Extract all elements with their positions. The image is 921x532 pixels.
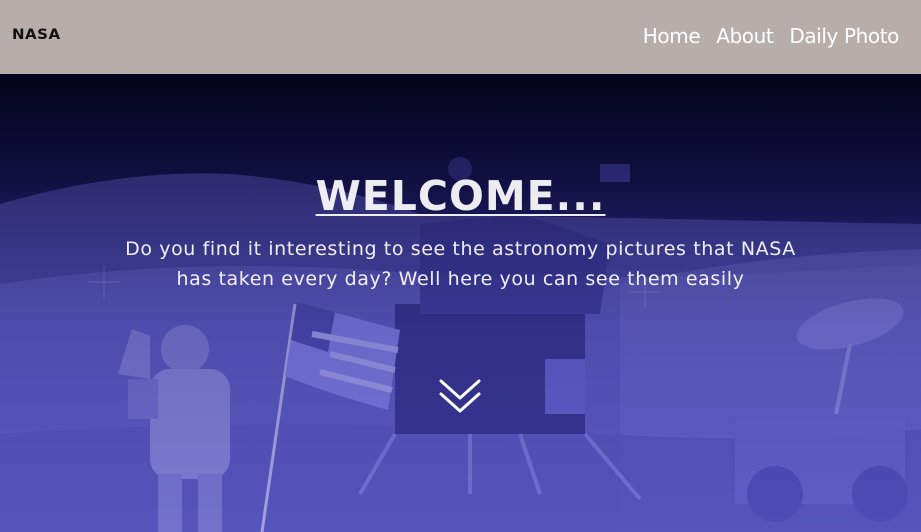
nav-home-link[interactable]: Home xyxy=(643,24,701,48)
nav-daily-photo-link[interactable]: Daily Photo xyxy=(789,24,899,48)
nasa-logo[interactable]: NASA xyxy=(12,26,61,43)
hero-title: WELCOME... xyxy=(315,172,606,220)
main-nav: Home About Daily Photo xyxy=(643,24,900,48)
hero-subtitle: Do you find it interesting to see the as… xyxy=(125,238,796,290)
site-header: NASA Home About Daily Photo xyxy=(0,0,921,74)
page: NASA Home About Daily Photo WELCOME... D… xyxy=(0,0,921,532)
double-chevron-down-icon[interactable] xyxy=(438,378,482,418)
hero-color-overlay xyxy=(0,74,921,532)
hero-section: WELCOME... Do you find it interesting to… xyxy=(0,74,921,532)
nav-about-link[interactable]: About xyxy=(716,24,774,48)
